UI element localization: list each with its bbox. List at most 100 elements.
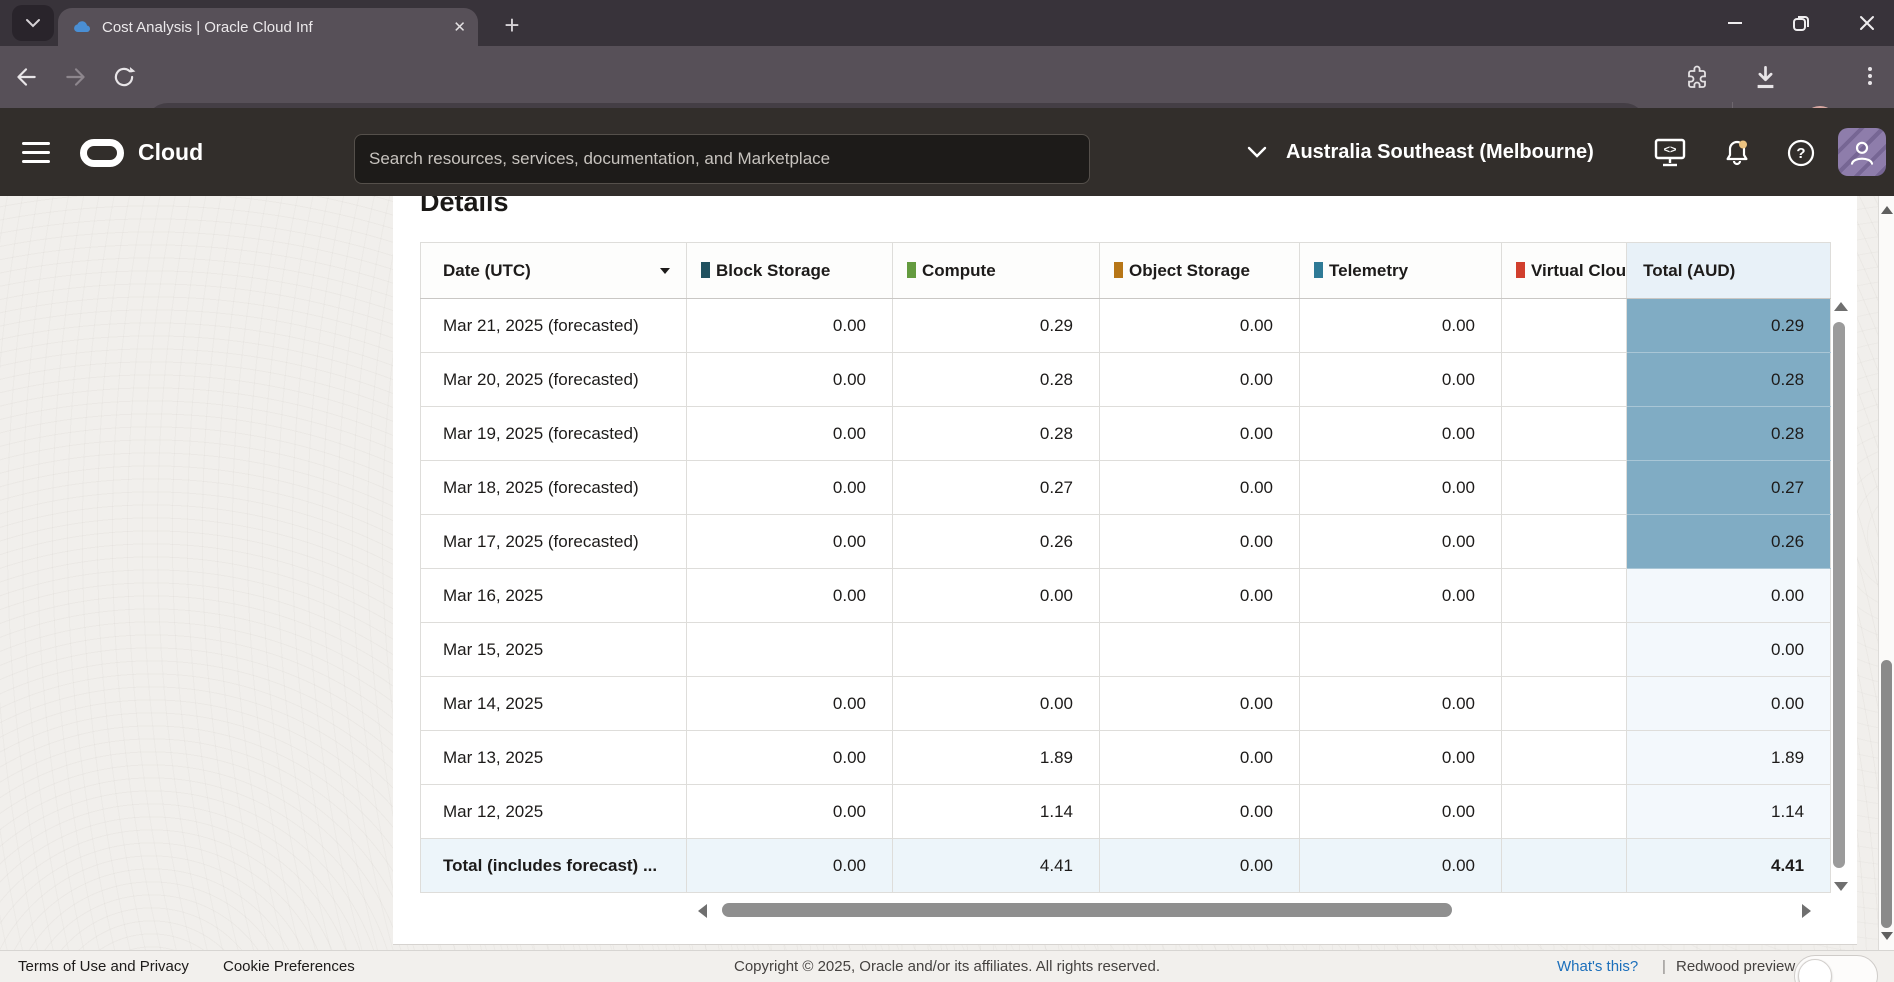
page-scrollbar-thumb[interactable]: [1881, 660, 1892, 928]
value-cell: [1502, 515, 1627, 569]
tab-title: Cost Analysis | Oracle Cloud Inf: [102, 19, 445, 36]
global-search[interactable]: [354, 134, 1090, 184]
date-cell: Mar 13, 2025: [421, 731, 687, 785]
value-cell: [1502, 569, 1627, 623]
date-cell: Mar 18, 2025 (forecasted): [421, 461, 687, 515]
value-cell: 0.00: [687, 785, 893, 839]
table-scroll-down-icon[interactable]: [1834, 882, 1848, 891]
value-cell: 0.27: [893, 461, 1100, 515]
new-tab-button[interactable]: +: [495, 8, 529, 42]
extensions-puzzle-icon[interactable]: [1684, 64, 1710, 90]
date-cell: Mar 21, 2025 (forecasted): [421, 299, 687, 353]
legend-swatch-icon: [701, 262, 710, 278]
terms-link[interactable]: Terms of Use and Privacy: [18, 951, 189, 982]
legend-swatch-icon: [1114, 262, 1123, 278]
total-cell: 0.00: [1627, 623, 1831, 677]
total-cell: 4.41: [1627, 839, 1831, 893]
column-label: Telemetry: [1329, 261, 1408, 280]
hamburger-menu-icon[interactable]: [22, 142, 50, 163]
value-cell: 0.26: [893, 515, 1100, 569]
download-icon[interactable]: [1752, 64, 1779, 91]
value-cell: 0.00: [1300, 407, 1502, 461]
oracle-logo-icon[interactable]: [80, 139, 124, 167]
value-cell: 0.00: [1300, 785, 1502, 839]
value-cell: 0.00: [1100, 515, 1300, 569]
details-card: Details Date (UTC) Block Storage Compute Ob…: [393, 196, 1857, 945]
cookie-preferences-link[interactable]: Cookie Preferences: [223, 951, 355, 982]
value-cell: 0.00: [1100, 569, 1300, 623]
column-header-date-utc[interactable]: Date (UTC): [421, 243, 687, 299]
chevron-down-icon: [1246, 145, 1268, 159]
search-input[interactable]: [355, 149, 1089, 169]
column-header-object-storage: Object Storage: [1100, 243, 1300, 299]
total-cell: 0.00: [1627, 569, 1831, 623]
reload-icon[interactable]: [108, 61, 140, 93]
value-cell: 0.00: [1100, 353, 1300, 407]
table-row: Mar 14, 20250.000.000.000.000.00: [421, 677, 1831, 731]
column-label: Compute: [922, 261, 996, 280]
value-cell: [1502, 839, 1627, 893]
value-cell: 0.00: [1100, 299, 1300, 353]
column-header-total-aud: Total (AUD): [1627, 243, 1831, 299]
value-cell: 0.00: [1300, 353, 1502, 407]
value-cell: 0.00: [1100, 677, 1300, 731]
column-header-telemetry: Telemetry: [1300, 243, 1502, 299]
value-cell: 0.00: [1300, 569, 1502, 623]
table-body: Mar 21, 2025 (forecasted)0.000.290.000.0…: [421, 299, 1831, 893]
tab-search-button[interactable]: [12, 5, 54, 41]
table-row: Mar 20, 2025 (forecasted)0.000.280.000.0…: [421, 353, 1831, 407]
forward-icon[interactable]: [60, 61, 92, 93]
column-label: Block Storage: [716, 261, 830, 280]
page-scroll-up-icon[interactable]: [1881, 206, 1893, 214]
oci-header: Cloud Australia Southeast (Melbourne) <>…: [0, 108, 1894, 196]
value-cell: 0.00: [687, 731, 893, 785]
back-icon[interactable]: [10, 61, 42, 93]
value-cell: 0.29: [893, 299, 1100, 353]
browser-tab-strip: Cost Analysis | Oracle Cloud Inf ✕ +: [0, 0, 1894, 46]
cloud-shell-icon[interactable]: <>: [1654, 138, 1686, 168]
table-scroll-right-icon[interactable]: [1802, 904, 1811, 918]
whats-this-link[interactable]: What's this?: [1557, 951, 1638, 982]
browser-tab[interactable]: Cost Analysis | Oracle Cloud Inf ✕: [58, 8, 478, 46]
table-total-row: Total (includes forecast) ...0.004.410.0…: [421, 839, 1831, 893]
value-cell: [1502, 353, 1627, 407]
column-label: Object Storage: [1129, 261, 1250, 280]
value-cell: 0.00: [1300, 731, 1502, 785]
table-scroll-up-icon[interactable]: [1834, 302, 1848, 311]
screen: Cost Analysis | Oracle Cloud Inf ✕ + clo…: [0, 0, 1894, 982]
table-horizontal-scrollbar[interactable]: [722, 903, 1452, 917]
minimize-icon[interactable]: [1726, 14, 1744, 32]
value-cell: 0.00: [687, 839, 893, 893]
restore-icon[interactable]: [1792, 14, 1810, 32]
total-cell: 0.26: [1627, 515, 1831, 569]
column-label: Total (AUD): [1643, 261, 1735, 280]
page-title: Details: [420, 196, 1857, 221]
total-cell: 0.00: [1627, 677, 1831, 731]
table-scroll-left-icon[interactable]: [698, 904, 707, 918]
redwood-preview-toggle[interactable]: [1794, 955, 1878, 982]
value-cell: 0.28: [893, 353, 1100, 407]
tab-close-icon[interactable]: ✕: [453, 18, 466, 36]
date-cell: Mar 15, 2025: [421, 623, 687, 677]
date-cell: Mar 12, 2025: [421, 785, 687, 839]
page-scroll-down-icon[interactable]: [1881, 932, 1893, 940]
table-row: Mar 18, 2025 (forecasted)0.000.270.000.0…: [421, 461, 1831, 515]
close-window-icon[interactable]: [1858, 14, 1876, 32]
value-cell: 0.00: [687, 353, 893, 407]
table-vertical-scrollbar[interactable]: [1833, 322, 1845, 868]
user-avatar[interactable]: [1838, 128, 1886, 176]
value-cell: 0.00: [1100, 785, 1300, 839]
value-cell: 0.00: [1100, 407, 1300, 461]
help-icon[interactable]: ?: [1786, 138, 1816, 168]
browser-menu-icon[interactable]: [1858, 64, 1882, 88]
region-selector[interactable]: Australia Southeast (Melbourne): [1246, 108, 1594, 196]
value-cell: [1502, 785, 1627, 839]
table-row: Mar 17, 2025 (forecasted)0.000.260.000.0…: [421, 515, 1831, 569]
value-cell: [1502, 731, 1627, 785]
notifications-bell-icon[interactable]: [1722, 138, 1752, 168]
column-header-virtual-clou: Virtual Clou: [1502, 243, 1627, 299]
date-cell: Mar 14, 2025: [421, 677, 687, 731]
window-controls: [1726, 0, 1876, 46]
value-cell: 0.00: [1100, 731, 1300, 785]
redwood-preview-label: Redwood preview: [1676, 951, 1795, 982]
